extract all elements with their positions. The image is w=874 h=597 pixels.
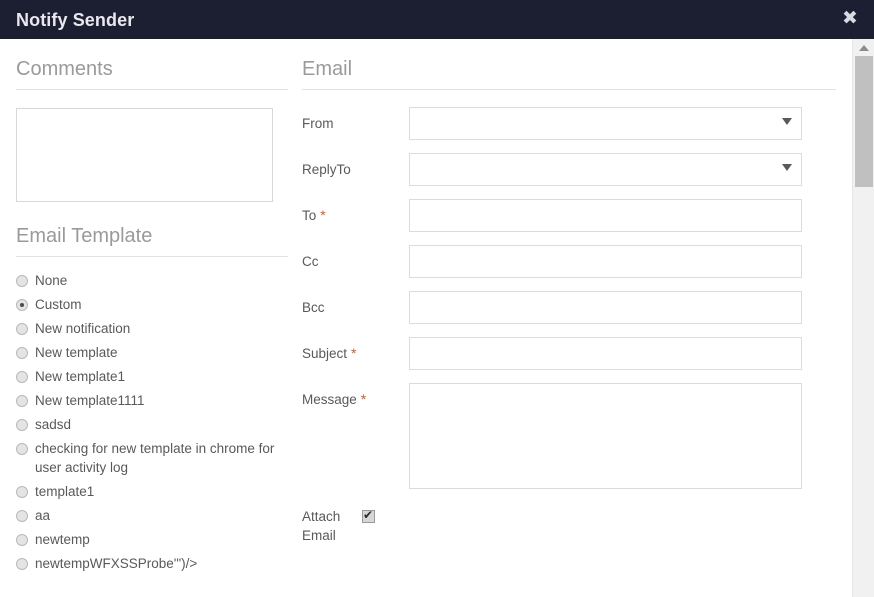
form-row-bcc: Bcc: [302, 291, 836, 324]
bcc-input[interactable]: [409, 291, 802, 324]
attach-email-checkbox[interactable]: [362, 508, 375, 523]
form-row-subject: Subject *: [302, 337, 836, 370]
to-input[interactable]: [409, 199, 802, 232]
radio-icon[interactable]: [16, 395, 28, 407]
close-icon[interactable]: ✖: [837, 6, 863, 32]
right-panel: Email From ReplyTo To * Cc Bcc Subject *…: [302, 39, 836, 558]
chevron-up-icon[interactable]: [853, 39, 874, 56]
form-row-from: From: [302, 107, 836, 140]
radio-label: aa: [35, 508, 51, 523]
cc-control: [409, 245, 802, 278]
chevron-down-icon: [782, 118, 792, 125]
radio-label: New template1: [35, 369, 126, 384]
to-label: To *: [302, 199, 409, 224]
scrollbar-thumb[interactable]: [855, 56, 873, 187]
left-panel: Comments Email Template None Custom New …: [16, 39, 288, 578]
radio-icon-selected[interactable]: [16, 299, 28, 311]
radio-option-new-template1[interactable]: New template1: [16, 367, 288, 386]
radio-icon[interactable]: [16, 558, 28, 570]
radio-label: newtemp: [35, 532, 90, 547]
comments-textarea[interactable]: [16, 108, 273, 202]
bcc-label: Bcc: [302, 300, 325, 315]
vertical-scrollbar[interactable]: [852, 39, 874, 597]
radio-option-custom[interactable]: Custom: [16, 295, 288, 314]
radio-option-new-template1111[interactable]: New template1111: [16, 391, 288, 410]
radio-icon[interactable]: [16, 443, 28, 455]
dialog-title: Notify Sender: [16, 9, 135, 30]
subject-label-text: Subject: [302, 346, 348, 361]
message-label: Message *: [302, 383, 409, 408]
radio-label: New template1111: [35, 393, 145, 408]
form-row-attach-email: Attach Email: [302, 507, 836, 545]
message-control: [409, 383, 802, 494]
radio-icon[interactable]: [16, 510, 28, 522]
radio-label: newtempWFXSSProbe'")/>: [35, 556, 198, 571]
radio-option-sadsd[interactable]: sadsd: [16, 415, 288, 434]
radio-label: sadsd: [35, 417, 72, 432]
replyto-control: [409, 153, 802, 186]
form-row-cc: Cc: [302, 245, 836, 278]
attach-email-control: [362, 507, 375, 523]
radio-label: template1: [35, 484, 95, 499]
chevron-down-icon: [782, 164, 792, 171]
radio-icon[interactable]: [16, 534, 28, 546]
notify-sender-dialog: Notify Sender ✖ Comments Email Template …: [0, 0, 874, 597]
dialog-titlebar: Notify Sender ✖: [0, 0, 874, 39]
radio-label: New notification: [35, 321, 131, 336]
from-select[interactable]: [409, 107, 802, 140]
radio-option-new-template[interactable]: New template: [16, 343, 288, 362]
radio-icon[interactable]: [16, 347, 28, 359]
radio-option-template1[interactable]: template1: [16, 482, 288, 501]
radio-icon[interactable]: [16, 323, 28, 335]
radio-icon[interactable]: [16, 419, 28, 431]
radio-label: None: [35, 273, 68, 288]
radio-label: New template: [35, 345, 118, 360]
message-textarea[interactable]: [409, 383, 802, 489]
radio-icon[interactable]: [16, 486, 28, 498]
email-template-heading: Email Template: [16, 207, 288, 257]
radio-option-newtemp[interactable]: newtemp: [16, 530, 288, 549]
radio-icon[interactable]: [16, 371, 28, 383]
form-row-message: Message *: [302, 383, 836, 494]
to-control: [409, 199, 802, 232]
radio-option-checking-for-new-template[interactable]: checking for new template in chrome for …: [16, 439, 288, 477]
from-label: From: [302, 116, 334, 131]
attach-email-label-line1: Attach: [302, 509, 341, 524]
replyto-label: ReplyTo: [302, 162, 351, 177]
radio-option-new-notification[interactable]: New notification: [16, 319, 288, 338]
required-marker: *: [360, 391, 367, 407]
radio-label: Custom: [35, 297, 82, 312]
radio-option-aa[interactable]: aa: [16, 506, 288, 525]
replyto-select[interactable]: [409, 153, 802, 186]
radio-label: checking for new template in chrome for …: [35, 441, 275, 475]
cc-label: Cc: [302, 254, 319, 269]
subject-control: [409, 337, 802, 370]
radio-option-none[interactable]: None: [16, 271, 288, 290]
bcc-control: [409, 291, 802, 324]
required-marker: *: [351, 345, 357, 361]
radio-option-newtemp-xss[interactable]: newtempWFXSSProbe'")/>: [16, 554, 288, 573]
from-control: [409, 107, 802, 140]
email-heading: Email: [302, 39, 836, 90]
required-marker: *: [320, 207, 326, 223]
subject-input[interactable]: [409, 337, 802, 370]
form-row-replyto: ReplyTo: [302, 153, 836, 186]
email-form: From ReplyTo To * Cc Bcc Subject * Messa…: [302, 107, 836, 545]
attach-email-label: Attach Email: [302, 507, 362, 545]
subject-label: Subject *: [302, 337, 409, 362]
dialog-body: Comments Email Template None Custom New …: [0, 39, 852, 597]
form-row-to: To *: [302, 199, 836, 232]
email-template-radio-group: None Custom New notification New templat…: [16, 271, 288, 573]
cc-input[interactable]: [409, 245, 802, 278]
comments-heading: Comments: [16, 39, 288, 90]
message-label-text: Message: [302, 392, 357, 407]
radio-icon[interactable]: [16, 275, 28, 287]
attach-email-label-line2: Email: [302, 528, 336, 543]
to-label-text: To: [302, 208, 317, 223]
